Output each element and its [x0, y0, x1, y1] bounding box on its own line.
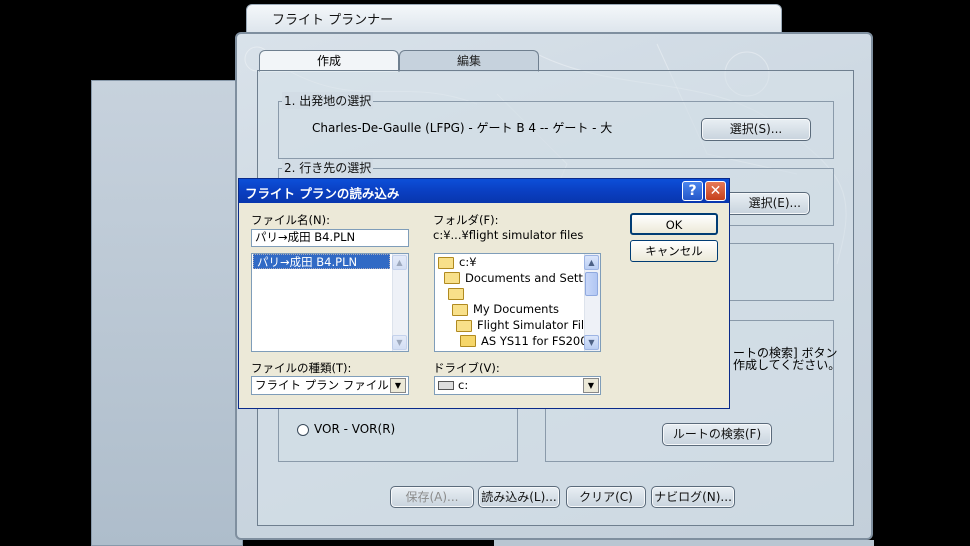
folder-item[interactable]: Documents and Setting — [438, 271, 584, 287]
folder-item[interactable]: My Documents — [438, 302, 584, 318]
folder-label: フォルダ(F): — [433, 213, 499, 227]
select-destination-button[interactable]: 選択(E)... — [718, 192, 810, 215]
tab-create-label: 作成 — [316, 54, 341, 68]
drive-dropdown-icon[interactable]: ▼ — [583, 378, 599, 393]
ok-button[interactable]: OK — [630, 213, 718, 235]
folder-scroll-down-icon[interactable]: ▼ — [584, 335, 599, 350]
background-window — [91, 80, 243, 546]
close-button[interactable]: ✕ — [705, 181, 726, 201]
file-scroll-up-icon[interactable]: ▲ — [392, 255, 407, 270]
filetype-label: ファイルの種類(T): — [251, 361, 352, 375]
folder-open-icon — [456, 319, 472, 332]
folder-item[interactable]: Flight Simulator Files — [438, 318, 584, 334]
close-icon: ✕ — [709, 183, 722, 199]
folder-open-icon — [452, 303, 468, 316]
radio-vor-vor-label: VOR - VOR(R) — [314, 422, 396, 436]
filetype-select[interactable]: フライト プラン ファイル — [251, 376, 409, 395]
filetype-dropdown-icon[interactable]: ▼ — [390, 378, 406, 393]
tab-edit-label: 編集 — [456, 54, 481, 68]
drive-select[interactable]: c: — [434, 376, 601, 395]
background-strip — [494, 540, 874, 546]
cancel-button[interactable]: キャンセル — [630, 240, 718, 262]
find-route-button[interactable]: ルートの検索(F) — [662, 423, 772, 446]
save-button[interactable]: 保存(A)... — [390, 486, 474, 508]
folder-item[interactable]: c:¥ — [438, 255, 584, 271]
folder-open-icon — [438, 256, 454, 269]
file-list-item[interactable]: パリ→成田 B4.PLN — [253, 254, 390, 269]
drive-label: ドライブ(V): — [433, 361, 500, 375]
help-button[interactable]: ? — [682, 181, 703, 201]
destination-group-label: 2. 行き先の選択 — [282, 159, 374, 176]
tab-edit[interactable]: 編集 — [399, 50, 539, 72]
load-button[interactable]: 読み込み(L)... — [478, 486, 560, 508]
tab-create[interactable]: 作成 — [259, 50, 399, 72]
planner-title: フライト プランナー — [272, 13, 394, 28]
folder-tree-items: c:¥ Documents and Setting My Documents F… — [438, 255, 584, 351]
help-icon: ? — [688, 183, 697, 199]
clear-button[interactable]: クリア(C) — [566, 486, 646, 508]
file-scroll-down-icon[interactable]: ▼ — [392, 335, 407, 350]
route-instruction-line2: 作成してください。 — [733, 358, 841, 372]
folder-item[interactable]: AS YS11 for FS2004 — [438, 334, 584, 350]
departure-group-label: 1. 出発地の選択 — [282, 92, 374, 109]
filename-label: ファイル名(N): — [251, 213, 330, 227]
navlog-button[interactable]: ナビログ(N)... — [651, 486, 735, 508]
drive-icon — [438, 381, 454, 390]
folder-scroll-thumb[interactable] — [585, 272, 598, 296]
folder-open-icon — [444, 272, 460, 285]
folder-open-icon — [448, 288, 464, 301]
dialog-title: フライト プランの読み込み — [245, 186, 400, 201]
folder-path: c:¥...¥flight simulator files — [433, 228, 584, 242]
filename-input[interactable]: パリ→成田 B4.PLN — [251, 229, 409, 247]
radio-vor-vor[interactable] — [297, 424, 309, 436]
folder-scroll-up-icon[interactable]: ▲ — [584, 255, 599, 270]
departure-value: Charles-De-Gaulle (LFPG) - ゲート B 4 -- ゲー… — [312, 121, 613, 135]
folder-icon — [460, 335, 476, 348]
folder-item[interactable] — [438, 287, 584, 303]
select-departure-button[interactable]: 選択(S)... — [701, 118, 811, 141]
